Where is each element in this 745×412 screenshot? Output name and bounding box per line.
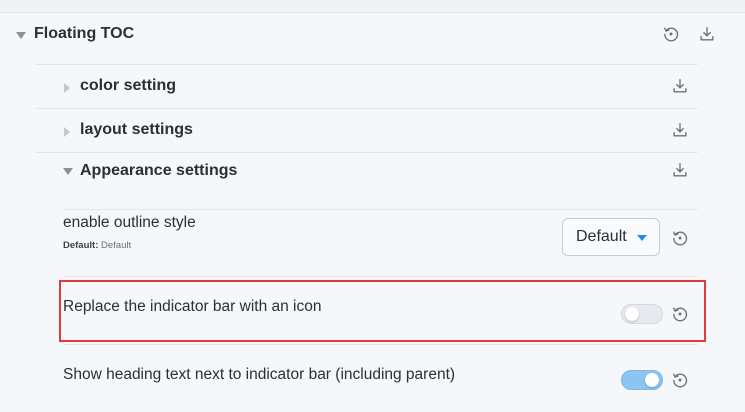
- subsection-label: Appearance settings: [80, 162, 238, 179]
- default-value: Default: [101, 240, 132, 251]
- setting-label: enable outline style: [63, 214, 196, 231]
- subsection-label: layout settings: [80, 121, 193, 138]
- previous-section-edge: [0, 0, 745, 13]
- download-icon[interactable]: [697, 24, 717, 44]
- divider: [63, 344, 698, 345]
- download-icon[interactable]: [670, 160, 690, 180]
- subsection-layout-settings[interactable]: layout settings: [36, 108, 698, 153]
- outline-style-select[interactable]: Default: [562, 218, 660, 256]
- download-icon[interactable]: [670, 76, 690, 96]
- subsection-appearance-settings[interactable]: Appearance settings: [36, 152, 698, 197]
- select-value: Default: [576, 228, 627, 245]
- collapse-caret-icon[interactable]: [63, 168, 73, 175]
- setting-default-hint: Default: Default: [63, 240, 131, 251]
- subsection-color-setting[interactable]: color setting: [36, 64, 698, 109]
- setting-outline-style: enable outline style Default: Default De…: [36, 210, 698, 276]
- toggle-knob: [625, 307, 639, 321]
- show-heading-text-toggle[interactable]: [621, 370, 663, 390]
- reset-icon[interactable]: [670, 370, 690, 390]
- replace-indicator-toggle[interactable]: [621, 304, 663, 324]
- setting-show-heading-text: Show heading text next to indicator bar …: [36, 350, 698, 410]
- reset-icon[interactable]: [670, 304, 690, 324]
- toggle-knob: [645, 373, 659, 387]
- reset-icon[interactable]: [661, 24, 681, 44]
- expand-caret-icon[interactable]: [64, 127, 70, 137]
- reset-icon[interactable]: [670, 228, 690, 248]
- expand-caret-icon[interactable]: [64, 83, 70, 93]
- collapse-caret-icon[interactable]: [16, 32, 26, 39]
- subsection-label: color setting: [80, 77, 177, 94]
- setting-replace-indicator: Replace the indicator bar with an icon: [36, 283, 698, 341]
- setting-label: Show heading text next to indicator bar …: [63, 366, 456, 383]
- section-header-floating-toc[interactable]: Floating TOC: [0, 14, 745, 56]
- dropdown-arrow-icon: [637, 235, 647, 241]
- divider: [63, 276, 698, 277]
- default-key: Default:: [63, 240, 99, 251]
- download-icon[interactable]: [670, 120, 690, 140]
- section-title: Floating TOC: [34, 25, 135, 42]
- setting-label: Replace the indicator bar with an icon: [63, 298, 322, 315]
